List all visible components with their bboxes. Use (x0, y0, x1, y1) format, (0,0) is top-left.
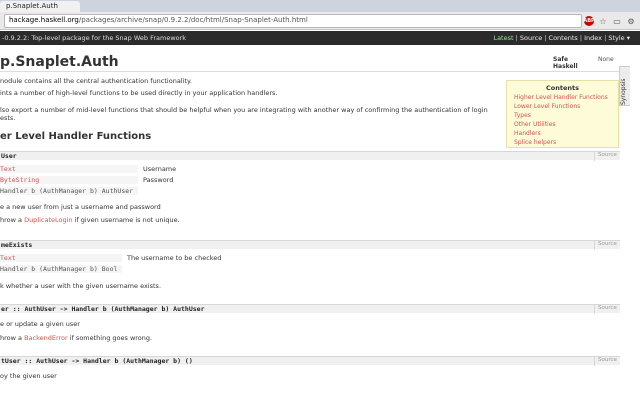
contents-link[interactable]: Handlers (514, 130, 541, 137)
url-host: hackage.haskell.org (9, 16, 79, 24)
link-contents[interactable]: Contents (549, 34, 578, 42)
description-line: nodule contains all the central authenti… (0, 77, 192, 85)
argument-description: The username to be checked (127, 254, 222, 262)
function-name: er :: AuthUser -> Handler b (AuthManager… (1, 305, 205, 313)
module-info: Safe Haskell None (553, 56, 614, 70)
module-title: p.Snaplet.Auth (0, 54, 119, 70)
type-link[interactable]: Text (0, 254, 16, 262)
description-line: ests. (0, 114, 16, 122)
section-heading: er Level Handler Functions (0, 131, 152, 142)
type-link[interactable]: DuplicateLogin (24, 216, 73, 224)
function-name: meExists (1, 241, 33, 249)
type-link[interactable]: BackendError (24, 334, 68, 342)
package-header: -0.9.2.2: Top-level package for the Snap… (0, 31, 640, 45)
argument-type: Handler b (AuthManager b) Bool (0, 265, 122, 273)
link-style[interactable]: Style ▾ (608, 34, 630, 42)
doc-paragraph: hrow a BackendError if something goes wr… (0, 334, 153, 342)
star-icon[interactable]: ☆ (598, 16, 608, 26)
source-link[interactable]: Source (594, 152, 620, 161)
description-line: ints a number of high-level functions to… (0, 89, 278, 97)
source-link[interactable]: Source (594, 241, 620, 250)
argument-description: Password (143, 176, 174, 184)
result-type: Handler b (AuthManager b) AuthUser (0, 187, 134, 195)
adblock-icon[interactable]: ABP (583, 16, 595, 26)
declaration-signature: User Source (0, 151, 620, 161)
package-links: Latest | Source | Contents | Index | Sty… (493, 34, 630, 42)
type-link[interactable]: Text (0, 165, 16, 173)
info-key: Safe Haskell (553, 56, 578, 70)
tab-strip: p.Snaplet.Auth (0, 0, 640, 12)
link-index[interactable]: Index (584, 34, 602, 42)
link-latest[interactable]: Latest (493, 34, 513, 42)
browser-toolbar: p.Snaplet.Auth hackage.haskell.org/packa… (0, 0, 640, 30)
source-link[interactable]: Source (594, 305, 620, 314)
type-link[interactable]: ByteString (0, 176, 39, 184)
source-link[interactable]: Source (594, 357, 620, 366)
contents-link[interactable]: Higher Level Handler Functions (514, 94, 608, 101)
url-row: hackage.haskell.org/packages/archive/sna… (0, 13, 640, 29)
argument-type: ByteString (0, 176, 138, 184)
doc-paragraph: k whether a user with the given username… (0, 282, 162, 290)
wrench-icon[interactable]: ⚙ (626, 16, 636, 26)
declaration-signature: tUser :: AuthUser -> Handler b (AuthMana… (0, 356, 620, 366)
declaration-signature: meExists Source (0, 240, 620, 250)
doc-paragraph: oy the given user (0, 372, 57, 380)
declaration-signature: er :: AuthUser -> Handler b (AuthManager… (0, 304, 620, 314)
header-divider (0, 71, 620, 72)
link-source[interactable]: Source (520, 34, 542, 42)
url-path: /packages/archive/snap/0.9.2.2/doc/html/… (78, 16, 308, 24)
doc-paragraph: e a new user from just a username and pa… (0, 203, 161, 211)
doc-paragraph: hrow a DuplicateLogin if given username … (0, 216, 180, 224)
function-name: User (1, 152, 17, 160)
address-bar[interactable]: hackage.haskell.org/packages/archive/sna… (4, 14, 582, 28)
contents-panel: Contents Higher Level Handler Functions … (506, 80, 619, 148)
package-title: -0.9.2.2: Top-level package for the Snap… (2, 34, 187, 42)
synopsis-label: Synopsis (620, 78, 627, 105)
contents-link[interactable]: Lower Level Functions (514, 103, 580, 110)
doc-paragraph: e or update a given user (0, 320, 80, 328)
contents-link[interactable]: Other Utilities (514, 121, 556, 128)
function-name: tUser :: AuthUser -> Handler b (AuthMana… (1, 357, 193, 365)
contents-title: Contents (546, 84, 579, 92)
browser-tab[interactable]: p.Snaplet.Auth (0, 1, 80, 12)
page-icon[interactable]: ▭ (612, 16, 622, 26)
info-value: None (598, 56, 614, 63)
argument-description: Username (143, 165, 177, 173)
argument-type: Handler b (AuthManager b) AuthUser (0, 187, 138, 195)
contents-link[interactable]: Types (514, 112, 531, 119)
description-line: lso export a number of mid-level functio… (0, 106, 488, 114)
synopsis-toggle[interactable]: Synopsis (619, 66, 630, 106)
result-type: Handler b (AuthManager b) Bool (0, 265, 118, 273)
argument-type: Text (0, 165, 138, 173)
chrome-icons: ABP ☆ ▭ ⚙ (583, 15, 636, 27)
argument-type: Text (0, 254, 122, 262)
contents-link[interactable]: Splice helpers (514, 139, 556, 146)
